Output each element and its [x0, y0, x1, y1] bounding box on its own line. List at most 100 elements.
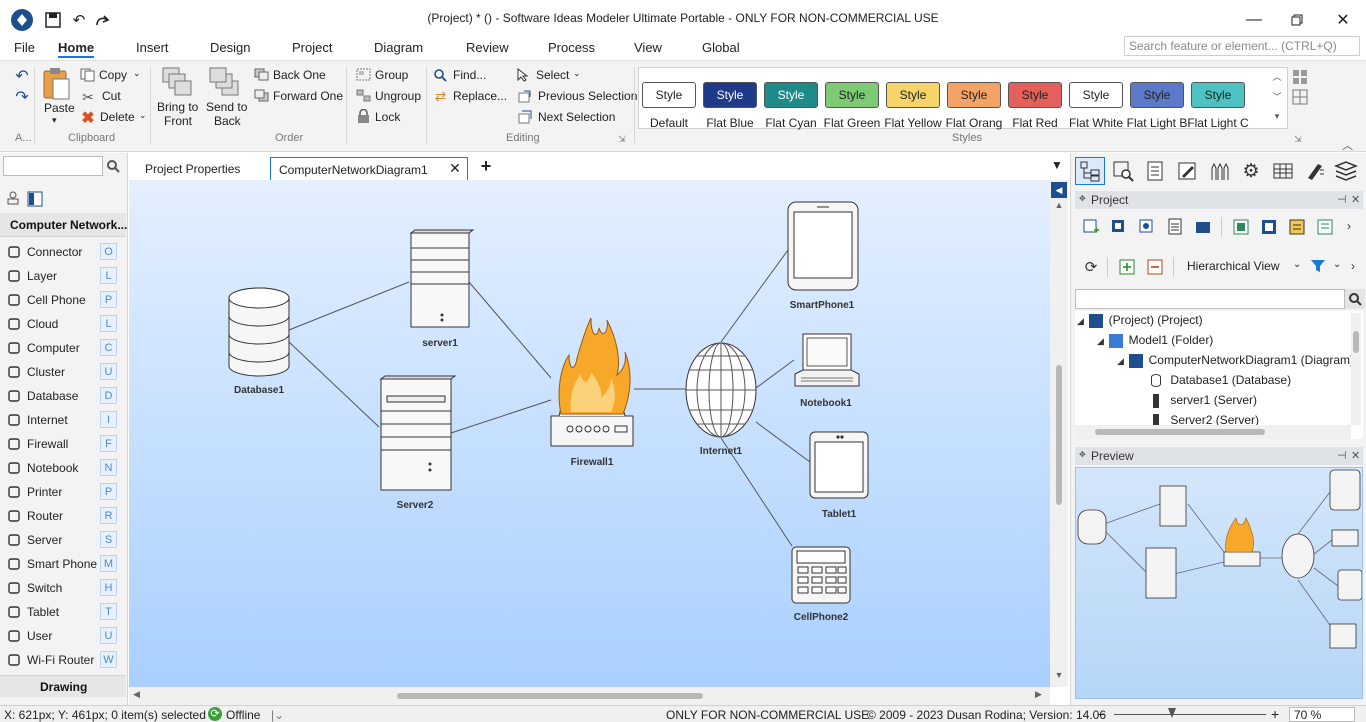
- toolbox-item[interactable]: Database D: [0, 384, 126, 408]
- maximize-button[interactable]: [1283, 10, 1311, 30]
- tree-row-project[interactable]: ◢ (Project) (Project): [1077, 313, 1203, 328]
- paste-icon[interactable]: [40, 66, 72, 102]
- toolbox-item[interactable]: Cloud L: [0, 312, 126, 336]
- paste-dropdown-icon[interactable]: ▾: [52, 115, 57, 126]
- zoom-out-icon[interactable]: −: [1097, 706, 1105, 722]
- select-button[interactable]: Select: [536, 68, 569, 82]
- menu-design[interactable]: Design: [210, 40, 250, 55]
- cut-button[interactable]: Cut: [102, 89, 121, 103]
- tree-vertical-scrollbar[interactable]: [1351, 313, 1361, 425]
- search-elements-icon[interactable]: [1109, 157, 1137, 185]
- style-preset-button[interactable]: Style: [642, 82, 696, 108]
- styles-more-icon[interactable]: ▾: [1270, 107, 1284, 125]
- node-tablet1-shape[interactable]: [809, 431, 869, 499]
- tree-row-model1[interactable]: ◢ Model1 (Folder): [1097, 333, 1213, 348]
- node-label-smartphone1[interactable]: SmartPhone1: [790, 300, 854, 311]
- hierarchical-view-select[interactable]: Hierarchical View: [1187, 259, 1279, 273]
- toolbox-category-header[interactable]: Computer Network...: [0, 213, 127, 237]
- delete-button[interactable]: Delete: [100, 110, 135, 124]
- toolbox-item[interactable]: Wi-Fi Router W: [0, 648, 126, 672]
- styles-scroll-down-icon[interactable]: ﹀: [1270, 87, 1284, 105]
- canvas-vertical-scrollbar[interactable]: ◀ ▲ ▼: [1050, 180, 1068, 687]
- settings-gear-icon[interactable]: ⚙: [1237, 157, 1265, 185]
- preview-panel-close-icon[interactable]: ✕: [1351, 449, 1360, 462]
- close-button[interactable]: ✕: [1329, 10, 1357, 30]
- toolbox-item[interactable]: Printer P: [0, 480, 126, 504]
- style-grid-icon[interactable]: [1292, 89, 1308, 105]
- node-label-internet1[interactable]: Internet1: [700, 446, 742, 457]
- toolbox-search-input[interactable]: [3, 156, 103, 176]
- status-dropdown-icon[interactable]: |⌄: [271, 708, 284, 722]
- project-search-icon[interactable]: [1345, 289, 1365, 309]
- toolbox-user-icon[interactable]: [6, 191, 20, 205]
- feature-search-input[interactable]: Search feature or element... (CTRL+Q): [1124, 36, 1360, 56]
- format-painter-icon[interactable]: [1292, 69, 1308, 85]
- panel-toggle-icon[interactable]: ◀: [1051, 182, 1067, 198]
- select-dropdown-icon[interactable]: ⌄: [573, 68, 581, 79]
- tree-row-diagram[interactable]: ◢ ComputerNetworkDiagram1 (Diagram): [1117, 353, 1354, 368]
- edge-database1-server2[interactable]: [288, 341, 380, 428]
- toolbar-more-icon[interactable]: ›: [1347, 219, 1351, 233]
- tree-row-server1[interactable]: server1 (Server): [1151, 393, 1257, 408]
- forward-one-button[interactable]: Forward One: [273, 89, 343, 103]
- status-connection[interactable]: Offline: [226, 708, 260, 722]
- menu-view[interactable]: View: [634, 40, 662, 55]
- editing-expand-icon[interactable]: ⇲: [618, 134, 626, 145]
- new-diagram-icon[interactable]: [1081, 217, 1101, 237]
- ribbon-undo-icon[interactable]: ↶: [12, 67, 32, 85]
- toolbox-item[interactable]: Cluster U: [0, 360, 126, 384]
- menu-review[interactable]: Review: [466, 40, 509, 55]
- brush-icon[interactable]: [1301, 157, 1329, 185]
- node-smartphone1-shape[interactable]: [787, 201, 859, 291]
- toolbox-item[interactable]: Tablet T: [0, 600, 126, 624]
- style-preset-button[interactable]: Style: [1008, 82, 1062, 108]
- new-model-icon[interactable]: [1109, 217, 1129, 237]
- zoom-in-icon[interactable]: +: [1271, 706, 1279, 722]
- tree-row-database1[interactable]: Database1 (Database): [1151, 373, 1291, 388]
- node-label-notebook1[interactable]: Notebook1: [800, 398, 852, 409]
- toolbox-item[interactable]: Connector O: [0, 240, 126, 264]
- ribbon-redo-icon[interactable]: ↷: [12, 88, 32, 106]
- edge-server2-firewall1[interactable]: [450, 399, 552, 434]
- ribbon-collapse-icon[interactable]: ︿: [1342, 137, 1353, 153]
- edge-internet1-notebook1[interactable]: [755, 359, 795, 389]
- close-tab-icon[interactable]: ✕: [447, 160, 463, 176]
- tree-filter-icon[interactable]: [1315, 217, 1335, 237]
- horizontal-scroll-thumb[interactable]: [397, 693, 703, 699]
- toolbar-more-icon-2[interactable]: ›: [1351, 259, 1355, 273]
- style-preset-button[interactable]: Style: [1130, 82, 1184, 108]
- edge-server1-firewall1[interactable]: [468, 281, 552, 379]
- toolbox-item[interactable]: User U: [0, 624, 126, 648]
- filter-icon[interactable]: [1309, 257, 1327, 275]
- tree-horizontal-scrollbar[interactable]: [1075, 425, 1351, 439]
- toolbox-item[interactable]: Computer C: [0, 336, 126, 360]
- delete-dropdown-icon[interactable]: ⌄: [139, 110, 147, 121]
- scroll-up-icon[interactable]: ▲: [1052, 200, 1066, 214]
- filter-dropdown-icon[interactable]: ⌄: [1333, 259, 1341, 270]
- style-preset-button[interactable]: Style: [825, 82, 879, 108]
- zoom-slider-track[interactable]: [1114, 714, 1266, 715]
- tree-vertical-scroll-thumb[interactable]: [1353, 331, 1359, 353]
- group-button[interactable]: Group: [375, 68, 408, 82]
- node-label-tablet1[interactable]: Tablet1: [822, 509, 856, 520]
- menu-diagram[interactable]: Diagram: [374, 40, 423, 55]
- edit-style-icon[interactable]: [1173, 157, 1201, 185]
- toolbox-item[interactable]: Cell Phone P: [0, 288, 126, 312]
- menu-insert[interactable]: Insert: [136, 40, 169, 55]
- bring-to-front-label-1[interactable]: Bring to: [157, 100, 198, 114]
- edge-database1-server1[interactable]: [288, 281, 410, 331]
- zoom-slider-thumb[interactable]: [1168, 708, 1176, 718]
- collapse-all-icon[interactable]: [1145, 257, 1165, 277]
- tree-collapse-icon[interactable]: [1231, 217, 1251, 237]
- previous-selection-button[interactable]: Previous Selection: [538, 89, 637, 103]
- project-panel-close-icon[interactable]: ✕: [1351, 193, 1360, 206]
- toolbox-item[interactable]: Server S: [0, 528, 126, 552]
- style-preset-button[interactable]: Style: [703, 82, 757, 108]
- project-panel-move-icon[interactable]: ✥: [1079, 194, 1086, 203]
- next-selection-button[interactable]: Next Selection: [538, 110, 615, 124]
- node-label-firewall1[interactable]: Firewall1: [571, 457, 614, 468]
- node-label-server1[interactable]: server1: [422, 338, 458, 349]
- style-preset-button[interactable]: Style: [947, 82, 1001, 108]
- scroll-right-icon[interactable]: ▶: [1035, 689, 1049, 703]
- tab-computer-network-diagram[interactable]: ComputerNetworkDiagram1: [270, 157, 468, 181]
